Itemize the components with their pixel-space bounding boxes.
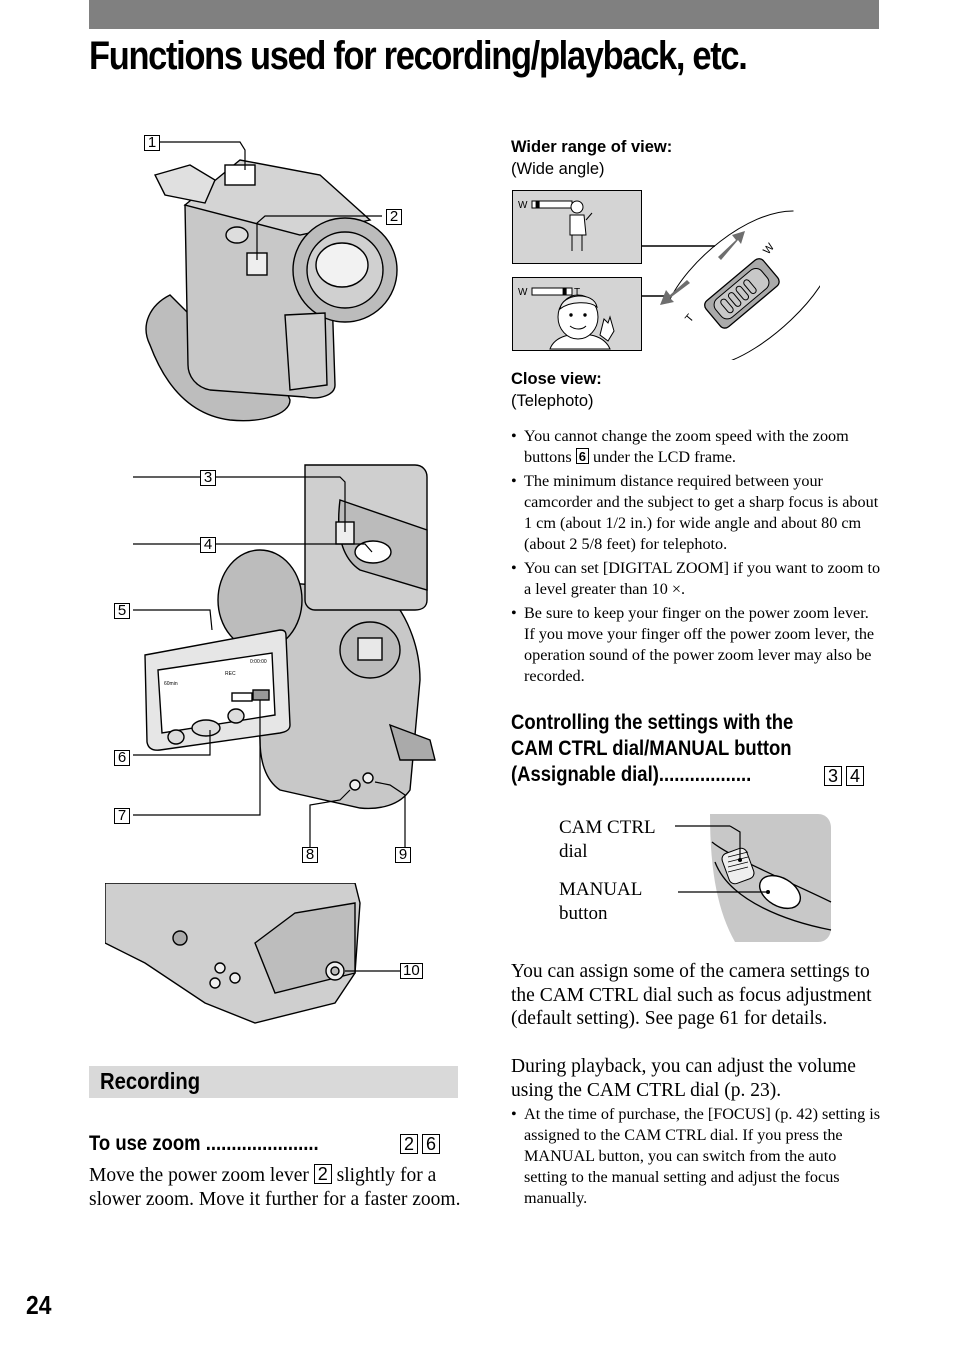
telephoto-caption: Close view: (Telephoto) — [511, 370, 602, 410]
camcorder-front-illustration — [145, 141, 398, 422]
lcd-rec-text: REC — [225, 671, 236, 677]
wide-zoom-marker — [535, 201, 540, 208]
camcorder-lcd-illustration: 60min REC 0:00:00 — [133, 464, 436, 850]
callout-9: 9 — [395, 846, 411, 864]
callout-8: 8 — [302, 846, 318, 864]
zoom-lever-illustration: W W T W T — [518, 200, 820, 360]
cam-ctrl-paragraph-1: You can assign some of the camera settin… — [511, 961, 872, 1029]
page-title: Functions used for recording/playback, e… — [89, 34, 748, 78]
manual-button-label: MANUAL button — [559, 879, 643, 924]
callout-4: 4 — [200, 536, 216, 554]
person-wide-icon — [569, 200, 593, 251]
to-use-zoom-body: Move the power zoom lever 2 slightly for… — [89, 1164, 461, 1210]
subheading-to-use-zoom: To use zoom ...................... — [89, 1132, 319, 1155]
person-tele-icon — [549, 294, 615, 350]
header-bar — [89, 0, 879, 29]
lever-w-label: W — [761, 241, 777, 257]
zoom-note: The minimum distance required between yo… — [511, 471, 881, 555]
zoom-notes-list: You cannot change the zoom speed with th… — [511, 426, 881, 690]
cam-ctrl-dial-illustration — [675, 814, 832, 942]
callout-10: 10 — [400, 962, 423, 980]
tele-zoom-marker — [562, 288, 567, 295]
section-header-recording: Recording — [89, 1066, 458, 1098]
zoom-note: You can set [DIGITAL ZOOM] if you want t… — [511, 558, 881, 600]
callout-6: 6 — [114, 749, 130, 767]
callout-7: 7 — [114, 807, 130, 825]
wide-bar-w-label: W — [518, 200, 528, 211]
lever-t-label: T — [683, 312, 697, 325]
cam-ctrl-heading: Controlling the settings with the CAM CT… — [511, 711, 794, 786]
wide-angle-caption: Wider range of view: (Wide angle) — [511, 138, 673, 178]
lcd-counter-text: 0:00:00 — [250, 659, 267, 665]
arrow-wide-icon — [718, 231, 745, 260]
power-zoom-lever — [667, 210, 820, 360]
callout-3: 3 — [200, 469, 216, 487]
callout-5: 5 — [114, 602, 130, 620]
cam-ctrl-refs: 3 4 — [824, 766, 865, 788]
camcorder-bottom-illustration — [105, 883, 400, 1024]
cam-ctrl-note: At the time of purchase, the [FOCUS] (p.… — [511, 1104, 883, 1209]
to-use-zoom-refs: 2 6 — [400, 1134, 441, 1156]
cam-ctrl-dial-label: CAM CTRL dial — [559, 817, 656, 862]
callout-2: 2 — [386, 208, 402, 226]
zoom-note: Be sure to keep your finger on the power… — [511, 603, 881, 687]
cam-ctrl-notes-list: At the time of purchase, the [FOCUS] (p.… — [511, 1104, 883, 1212]
tele-bar-w-label: W — [518, 287, 528, 298]
cam-ctrl-paragraph-2: During playback, you can adjust the volu… — [511, 1056, 856, 1101]
zoom-note: You cannot change the zoom speed with th… — [511, 426, 881, 468]
callout-1: 1 — [144, 134, 160, 152]
page-number: 24 — [26, 1290, 52, 1320]
lcd-remaining-text: 60min — [164, 681, 178, 687]
arrow-tele-icon — [660, 280, 690, 305]
